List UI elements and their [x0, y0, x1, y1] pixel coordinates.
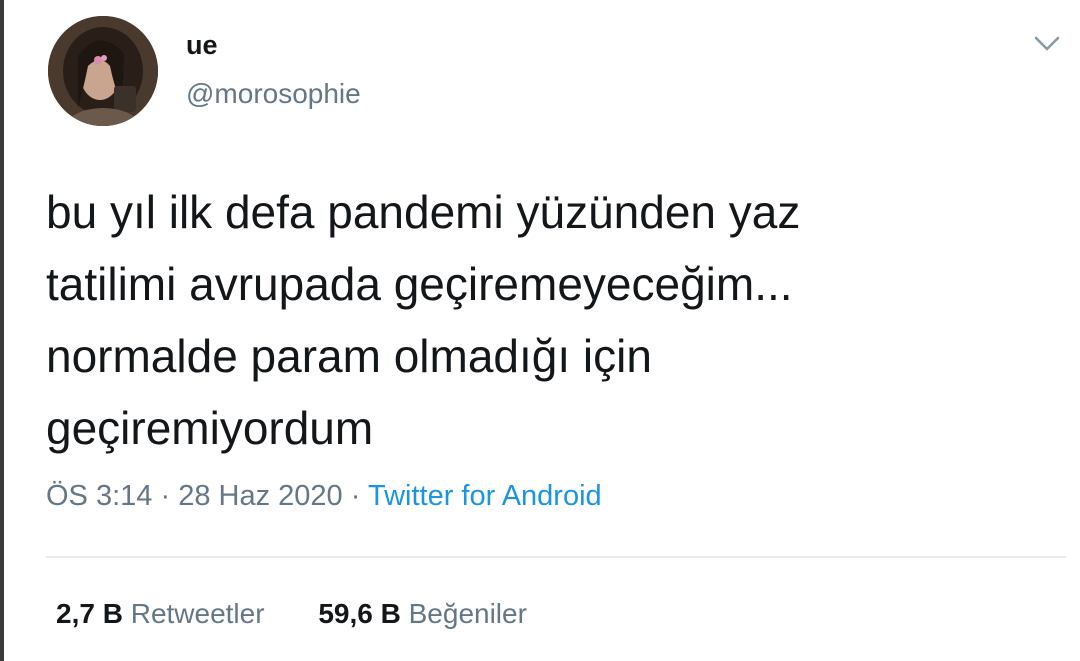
tweet-time[interactable]: ÖS 3:14 — [46, 480, 152, 512]
tweet-card: ue @morosophie bu yıl ilk defa pandemi y… — [0, 0, 1080, 661]
retweets-count: 2,7 B — [56, 598, 123, 629]
chevron-down-icon[interactable] — [1030, 30, 1064, 56]
tweet-meta: ÖS 3:14 · 28 Haz 2020 · Twitter for Andr… — [46, 480, 602, 513]
display-name[interactable]: ue — [186, 30, 218, 61]
retweets-label: Retweetler — [130, 598, 265, 629]
avatar-photo — [48, 16, 158, 126]
retweets-stat[interactable]: 2,7 B Retweetler — [56, 598, 265, 630]
divider — [46, 556, 1066, 558]
likes-label: Beğeniler — [408, 598, 527, 629]
window-edge — [0, 0, 4, 661]
tweet-text: bu yıl ilk defa pandemi yüzünden yaz tat… — [46, 186, 801, 454]
likes-stat[interactable]: 59,6 B Beğeniler — [318, 598, 527, 630]
avatar[interactable] — [48, 16, 158, 126]
user-handle[interactable]: @morosophie — [186, 78, 361, 110]
meta-separator: · — [160, 480, 171, 512]
likes-count: 59,6 B — [318, 598, 401, 629]
tweet-stats: 2,7 B Retweetler 59,6 B Beğeniler — [56, 598, 527, 630]
tweet-source-link[interactable]: Twitter for Android — [368, 480, 602, 512]
meta-separator: · — [350, 480, 361, 512]
tweet-date[interactable]: 28 Haz 2020 — [178, 480, 342, 512]
